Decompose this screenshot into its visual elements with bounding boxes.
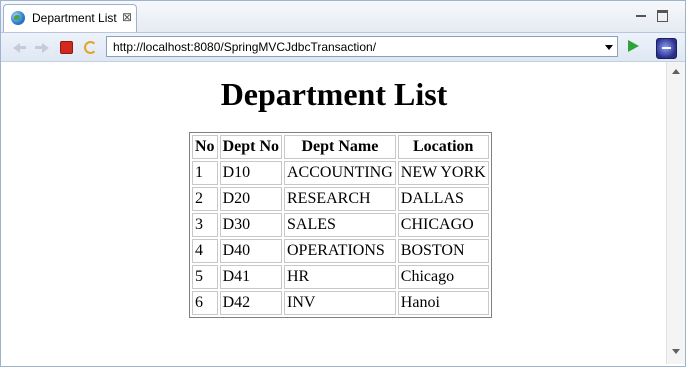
browser-window: Department List ⊠ http://localhost:8080/… bbox=[0, 0, 686, 367]
cell-location: Hanoi bbox=[397, 291, 489, 315]
cell-dept-name: ACCOUNTING bbox=[284, 161, 396, 185]
scroll-down-icon[interactable] bbox=[672, 349, 680, 354]
cell-no: 3 bbox=[192, 213, 218, 237]
cell-no: 5 bbox=[192, 265, 218, 289]
column-header-no: No bbox=[192, 135, 218, 159]
column-header-location: Location bbox=[397, 135, 489, 159]
column-header-dept-no: Dept No bbox=[219, 135, 282, 159]
cell-location: BOSTON bbox=[397, 239, 489, 263]
forward-arrow-icon[interactable] bbox=[34, 39, 50, 55]
maximize-icon[interactable] bbox=[657, 10, 668, 22]
cell-location: DALLAS bbox=[397, 187, 489, 211]
tab-title: Department List bbox=[32, 11, 117, 25]
back-arrow-icon[interactable] bbox=[11, 39, 27, 55]
stop-icon[interactable] bbox=[58, 39, 74, 55]
vertical-scrollbar[interactable] bbox=[666, 62, 685, 364]
eclipse-icon[interactable] bbox=[656, 38, 677, 59]
cell-location: Chicago bbox=[397, 265, 489, 289]
cell-no: 1 bbox=[192, 161, 218, 185]
column-header-dept-name: Dept Name bbox=[284, 135, 396, 159]
cell-dept-name: HR bbox=[284, 265, 396, 289]
cell-dept-no: D10 bbox=[219, 161, 282, 185]
page-content: Department List No Dept No Dept Name Loc… bbox=[2, 62, 666, 364]
cell-dept-name: OPERATIONS bbox=[284, 239, 396, 263]
tab-bar: Department List ⊠ bbox=[1, 1, 685, 33]
table-row: 3 D30 SALES CHICAGO bbox=[192, 213, 489, 237]
table-row: 4 D40 OPERATIONS BOSTON bbox=[192, 239, 489, 263]
refresh-icon[interactable] bbox=[82, 39, 98, 55]
cell-location: NEW YORK bbox=[397, 161, 489, 185]
minimize-icon[interactable] bbox=[636, 10, 646, 20]
tab-department-list[interactable]: Department List ⊠ bbox=[3, 4, 137, 32]
cell-dept-name: RESEARCH bbox=[284, 187, 396, 211]
url-input[interactable]: http://localhost:8080/SpringMVCJdbcTrans… bbox=[106, 36, 618, 57]
table-row: 5 D41 HR Chicago bbox=[192, 265, 489, 289]
globe-icon bbox=[11, 11, 25, 25]
table-row: 1 D10 ACCOUNTING NEW YORK bbox=[192, 161, 489, 185]
cell-dept-name: INV bbox=[284, 291, 396, 315]
table-header-row: No Dept No Dept Name Location bbox=[192, 135, 489, 159]
cell-dept-no: D41 bbox=[219, 265, 282, 289]
chevron-down-icon[interactable] bbox=[605, 45, 613, 50]
cell-no: 6 bbox=[192, 291, 218, 315]
cell-dept-name: SALES bbox=[284, 213, 396, 237]
page-title: Department List bbox=[220, 76, 448, 112]
cell-dept-no: D30 bbox=[219, 213, 282, 237]
table-row: 2 D20 RESEARCH DALLAS bbox=[192, 187, 489, 211]
cell-dept-no: D20 bbox=[219, 187, 282, 211]
department-table: No Dept No Dept Name Location 1 D10 ACCO… bbox=[189, 132, 492, 318]
cell-no: 2 bbox=[192, 187, 218, 211]
close-icon[interactable]: ⊠ bbox=[121, 10, 133, 24]
table-row: 6 D42 INV Hanoi bbox=[192, 291, 489, 315]
go-icon[interactable] bbox=[628, 40, 639, 52]
cell-dept-no: D40 bbox=[219, 239, 282, 263]
url-text: http://localhost:8080/SpringMVCJdbcTrans… bbox=[113, 40, 377, 54]
cell-dept-no: D42 bbox=[219, 291, 282, 315]
scroll-up-icon[interactable] bbox=[672, 69, 680, 74]
cell-no: 4 bbox=[192, 239, 218, 263]
cell-location: CHICAGO bbox=[397, 213, 489, 237]
